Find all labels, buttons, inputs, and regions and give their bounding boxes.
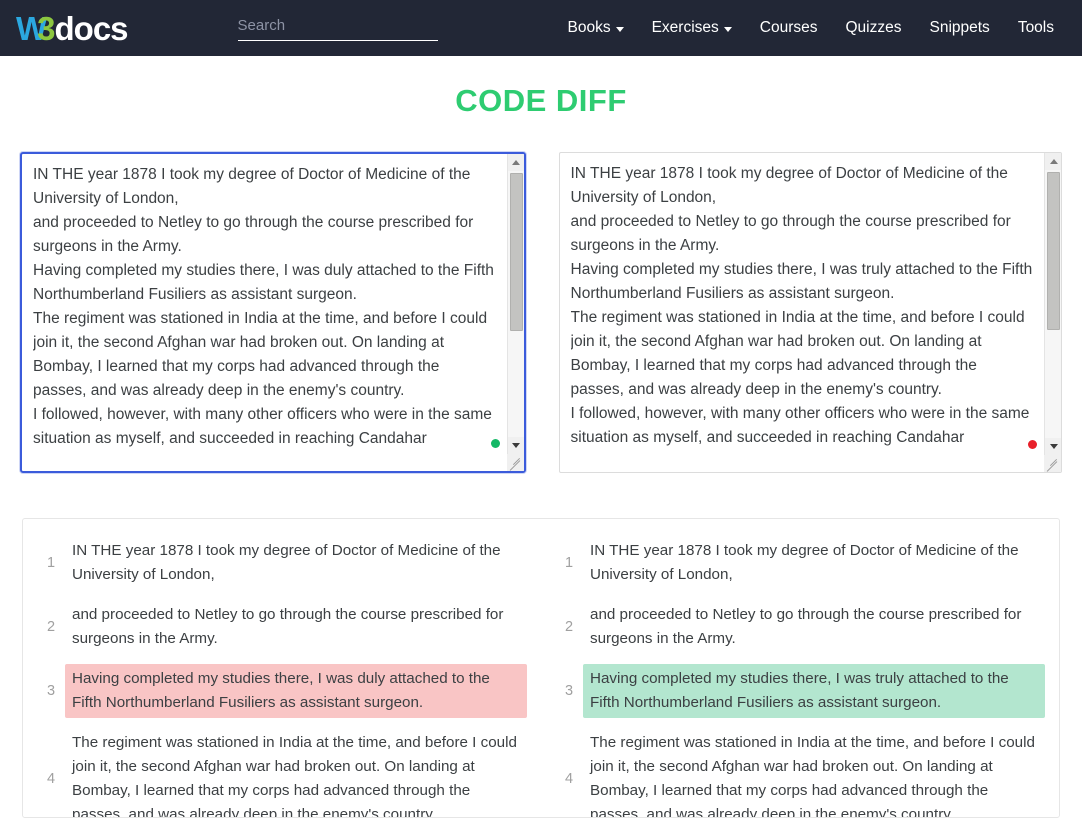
left-resize-handle[interactable] [507, 454, 524, 471]
nav-item-courses[interactable]: Courses [760, 19, 818, 37]
logo-text-docs: docs [55, 12, 128, 45]
scroll-up-icon[interactable] [508, 154, 525, 171]
search-input[interactable] [238, 15, 438, 41]
page-title: CODE DIFF [0, 83, 1082, 119]
search-container [238, 15, 438, 41]
scroll-up-icon[interactable] [1045, 153, 1062, 170]
nav-label-exercises: Exercises [652, 19, 719, 37]
left-textarea-scrollbar[interactable] [507, 154, 524, 471]
right-textarea-scrollbar[interactable] [1044, 153, 1061, 472]
diff-line-text: IN THE year 1878 I took my degree of Doc… [583, 536, 1045, 590]
line-number: 3 [37, 679, 65, 703]
line-number: 4 [555, 767, 583, 791]
diff-row: 2 and proceeded to Netley to go through … [37, 600, 527, 654]
nav-item-tools[interactable]: Tools [1018, 19, 1054, 37]
line-number: 2 [37, 615, 65, 639]
scroll-down-icon[interactable] [1045, 438, 1062, 455]
right-input-textarea-wrapper[interactable]: IN THE year 1878 I took my degree of Doc… [559, 152, 1063, 473]
right-status-dot [1028, 440, 1037, 449]
line-number: 4 [37, 767, 65, 791]
diff-row: 2 and proceeded to Netley to go through … [555, 600, 1045, 654]
line-number: 3 [555, 679, 583, 703]
editor-row: IN THE year 1878 I took my degree of Doc… [0, 152, 1082, 473]
line-number: 1 [37, 551, 65, 575]
line-number: 2 [555, 615, 583, 639]
line-number: 1 [555, 551, 583, 575]
diff-line-text: IN THE year 1878 I took my degree of Doc… [65, 536, 527, 590]
top-navbar: W3docs Books Exercises Courses Quizzes S… [0, 0, 1082, 56]
diff-left-column: 1 IN THE year 1878 I took my degree of D… [23, 519, 541, 817]
diff-line-text: and proceeded to Netley to go through th… [65, 600, 527, 654]
main-navigation: Books Exercises Courses Quizzes Snippets… [567, 19, 1054, 37]
nav-item-quizzes[interactable]: Quizzes [845, 19, 901, 37]
diff-result-panel: 1 IN THE year 1878 I took my degree of D… [22, 518, 1060, 818]
left-input-textarea[interactable]: IN THE year 1878 I took my degree of Doc… [33, 163, 496, 463]
diff-right-column: 1 IN THE year 1878 I took my degree of D… [541, 519, 1059, 817]
diff-row-removed: 3 Having completed my studies there, I w… [37, 664, 527, 718]
site-logo[interactable]: W3docs [16, 12, 128, 45]
diff-line-text-added: Having completed my studies there, I was… [583, 664, 1045, 718]
left-input-textarea-wrapper[interactable]: IN THE year 1878 I took my degree of Doc… [20, 152, 526, 473]
scroll-down-icon[interactable] [508, 437, 525, 454]
right-input-textarea[interactable]: IN THE year 1878 I took my degree of Doc… [571, 162, 1034, 462]
chevron-down-icon [724, 27, 732, 32]
nav-item-snippets[interactable]: Snippets [929, 19, 989, 37]
diff-line-text: The regiment was stationed in India at t… [65, 728, 527, 818]
right-resize-handle[interactable] [1044, 455, 1061, 472]
nav-item-books[interactable]: Books [567, 19, 623, 37]
diff-row: 1 IN THE year 1878 I took my degree of D… [37, 536, 527, 590]
scrollbar-thumb[interactable] [510, 173, 523, 331]
diff-row-added: 3 Having completed my studies there, I w… [555, 664, 1045, 718]
diff-line-text: The regiment was stationed in India at t… [583, 728, 1045, 818]
diff-row: 1 IN THE year 1878 I took my degree of D… [555, 536, 1045, 590]
scrollbar-thumb[interactable] [1047, 172, 1060, 330]
diff-row: 4 The regiment was stationed in India at… [37, 728, 527, 818]
nav-item-exercises[interactable]: Exercises [652, 19, 732, 37]
logo-letter-3: 3 [37, 12, 54, 45]
chevron-down-icon [616, 27, 624, 32]
left-status-dot [491, 439, 500, 448]
diff-line-text: and proceeded to Netley to go through th… [583, 600, 1045, 654]
diff-row: 4 The regiment was stationed in India at… [555, 728, 1045, 818]
diff-line-text-removed: Having completed my studies there, I was… [65, 664, 527, 718]
nav-label-books: Books [567, 19, 610, 37]
